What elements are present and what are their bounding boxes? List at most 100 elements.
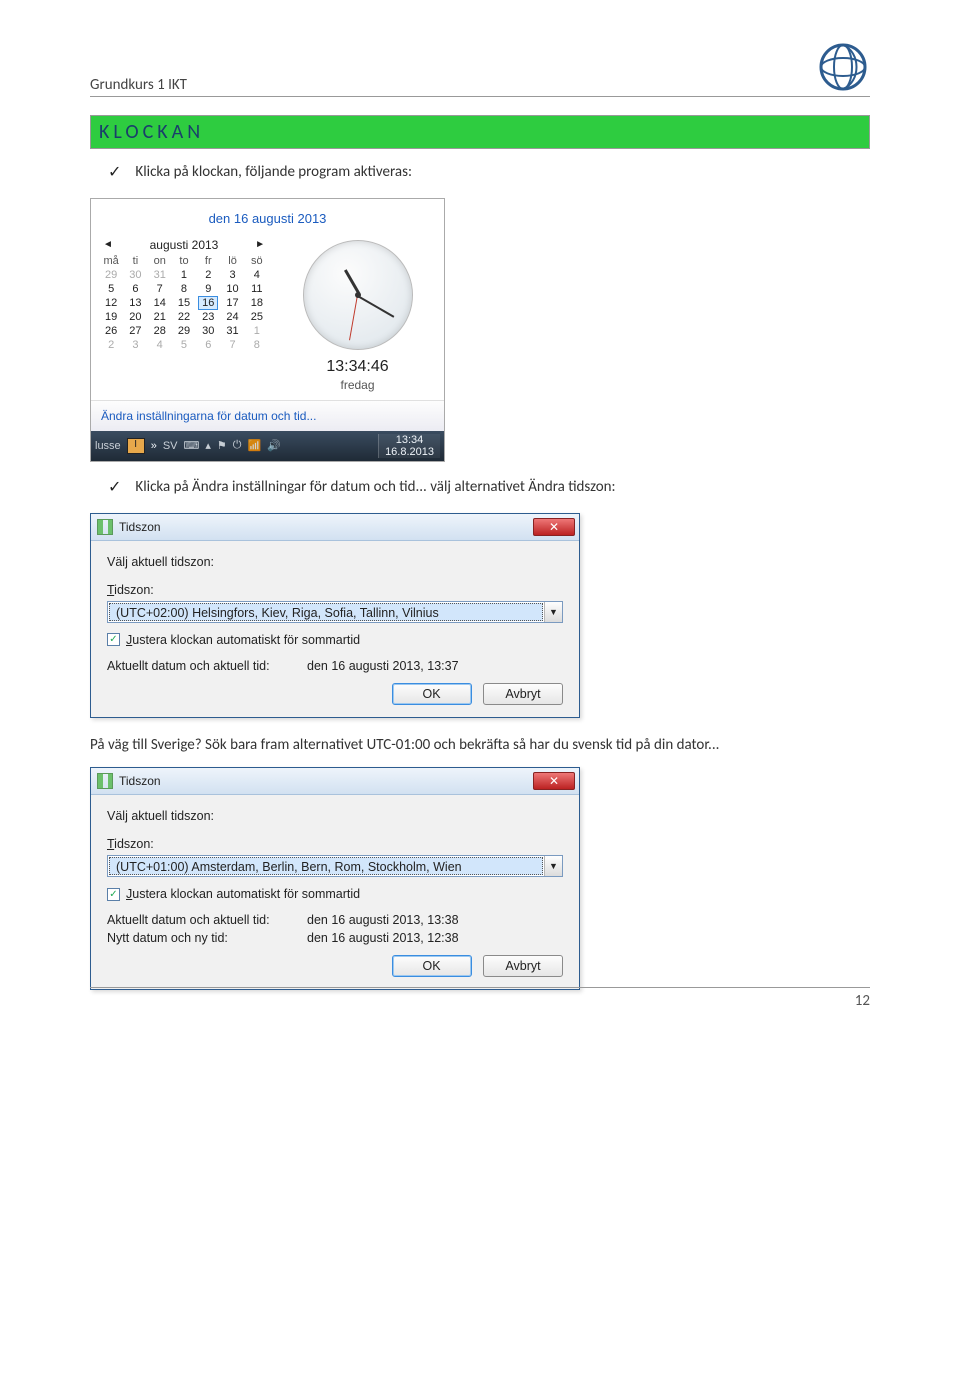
calendar-day[interactable]: 20 [123,310,147,324]
check-icon: ✓ [108,163,121,184]
calendar-day[interactable]: 25 [245,310,269,324]
calendar-day[interactable]: 10 [220,282,244,296]
calendar-day[interactable]: 7 [220,338,244,352]
calendar-day[interactable]: 4 [148,338,172,352]
calendar-day[interactable]: 16 [196,296,220,310]
signal-icon[interactable]: 📶 [248,439,262,452]
calendar-day[interactable]: 19 [99,310,123,324]
power-icon[interactable]: ⏻ [233,439,242,452]
clock-date-header: den 16 augusti 2013 [91,199,444,232]
calendar-day[interactable]: 26 [99,324,123,338]
ok-button[interactable]: OK [392,955,472,977]
calendar-day[interactable]: 7 [148,282,172,296]
section-heading: KLOCKAN [90,115,870,149]
timezone-combo[interactable]: (UTC+02:00) Helsingfors, Kiev, Riga, Sof… [107,601,563,623]
chevron-down-icon[interactable]: ▼ [544,602,562,622]
timezone-label: Tidszon: [107,583,563,597]
ok-button[interactable]: OK [392,683,472,705]
calendar-day[interactable]: 3 [220,268,244,282]
calendar-day[interactable]: 24 [220,310,244,324]
calendar-prev-icon[interactable]: ◄ [103,239,113,250]
calendar-day[interactable]: 5 [172,338,196,352]
cancel-button[interactable]: Avbryt [483,683,563,705]
calendar-day[interactable]: 28 [148,324,172,338]
calendar-dow: må [99,254,123,268]
keyboard-icon[interactable]: ⌨ [184,439,200,452]
timezone-label: Tidszon: [107,837,563,851]
calendar-day[interactable]: 30 [196,324,220,338]
calendar-day[interactable]: 13 [123,296,147,310]
calendar-day[interactable]: 29 [172,324,196,338]
calendar-next-icon[interactable]: ► [255,239,265,250]
calendar-day[interactable]: 21 [148,310,172,324]
timezone-dialog-1: Tidszon ✕ Välj aktuell tidszon: Tidszon:… [90,513,580,718]
calendar-day[interactable]: 3 [123,338,147,352]
calendar-day[interactable]: 15 [172,296,196,310]
timezone-value: (UTC+01:00) Amsterdam, Berlin, Bern, Rom… [109,857,543,875]
taskbar-time: 13:34 [385,434,434,446]
dst-checkbox[interactable]: ✓ [107,888,120,901]
bullet-1-text: Klicka på klockan, följande program akti… [135,163,412,181]
chevron-down-icon[interactable]: ▼ [544,856,562,876]
timezone-combo[interactable]: (UTC+01:00) Amsterdam, Berlin, Bern, Rom… [107,855,563,877]
calendar-day[interactable]: 9 [196,282,220,296]
flag-icon[interactable]: ⚑ [217,439,227,452]
current-datetime-value: den 16 augusti 2013, 13:38 [307,913,459,927]
calendar-day[interactable]: 4 [245,268,269,282]
calendar-day[interactable]: 29 [99,268,123,282]
calendar-day[interactable]: 6 [123,282,147,296]
taskbar-clock[interactable]: 13:34 16.8.2013 [378,434,440,458]
close-button[interactable]: ✕ [533,772,575,790]
calendar-day[interactable]: 1 [172,268,196,282]
cancel-button[interactable]: Avbryt [483,955,563,977]
calendar-month: augusti 2013 [150,238,219,252]
timezone-value: (UTC+02:00) Helsingfors, Kiev, Riga, Sof… [109,603,543,621]
taskbar-button[interactable]: I [127,438,145,454]
calendar-day[interactable]: 2 [196,268,220,282]
clock-weekday: fredag [340,378,374,392]
arrow-up-icon[interactable]: ▴ [205,439,211,452]
taskbar-label: lusse [95,440,121,452]
calendar-day[interactable]: 14 [148,296,172,310]
taskbar-chevrons-icon: » [151,440,157,452]
paragraph-sweden: På väg till Sverige? Sök bara fram alter… [90,736,870,756]
dst-checkbox[interactable]: ✓ [107,633,120,646]
calendar-day[interactable]: 1 [245,324,269,338]
taskbar: lusse I » SV ⌨ ▴ ⚑ ⏻ 📶 🔊 13:34 16.8.2013 [91,431,444,461]
new-datetime-label: Nytt datum och ny tid: [107,931,307,945]
calendar-day[interactable]: 17 [220,296,244,310]
calendar-day[interactable]: 31 [148,268,172,282]
analog-clock-icon [303,240,413,350]
close-button[interactable]: ✕ [533,518,575,536]
calendar-day[interactable]: 22 [172,310,196,324]
calendar-dow: on [148,254,172,268]
calendar-day[interactable]: 8 [245,338,269,352]
timezone-icon [97,519,113,535]
bullet-2-text: Klicka på Ändra inställningar för datum … [135,478,615,496]
calendar-day[interactable]: 6 [196,338,220,352]
calendar-dow: to [172,254,196,268]
calendar-day[interactable]: 11 [245,282,269,296]
clock-time: 13:34:46 [326,358,388,376]
dst-label: Justera klockan automatiskt för sommarti… [126,887,360,901]
taskbar-date: 16.8.2013 [385,446,434,458]
current-datetime-label: Aktuellt datum och aktuell tid: [107,659,307,673]
timezone-icon [97,773,113,789]
page-header: Grundkurs 1 IKT [90,40,870,97]
calendar-day[interactable]: 27 [123,324,147,338]
calendar-day[interactable]: 5 [99,282,123,296]
calendar-day[interactable]: 12 [99,296,123,310]
calendar-day[interactable]: 8 [172,282,196,296]
globe-logo-icon [816,40,870,94]
speaker-icon[interactable]: 🔊 [267,439,281,452]
calendar-day[interactable]: 2 [99,338,123,352]
dst-label: Justera klockan automatiskt för sommarti… [126,633,360,647]
calendar-dow: fr [196,254,220,268]
calendar-day[interactable]: 23 [196,310,220,324]
calendar-day[interactable]: 31 [220,324,244,338]
check-icon: ✓ [108,478,121,499]
taskbar-lang[interactable]: SV [163,440,178,452]
calendar-day[interactable]: 18 [245,296,269,310]
change-date-time-link[interactable]: Ändra inställningarna för datum och tid.… [91,400,444,431]
calendar-day[interactable]: 30 [123,268,147,282]
